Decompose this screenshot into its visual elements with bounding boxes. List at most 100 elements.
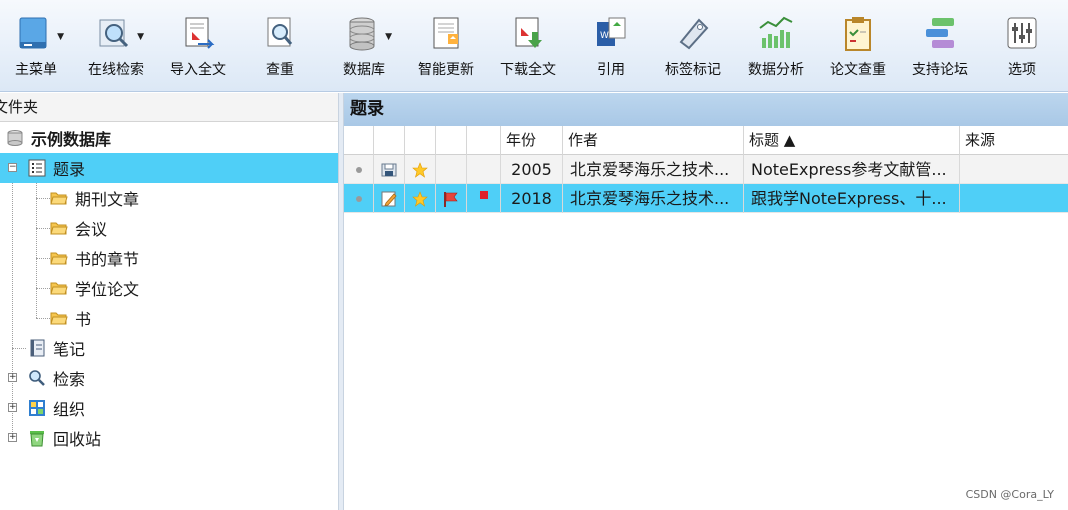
tree-item-organize[interactable]: + 组织	[0, 393, 338, 423]
download-fulltext-icon	[506, 14, 550, 58]
tag-mark-button[interactable]: 标签标记	[658, 0, 728, 92]
column-header-star[interactable]	[405, 126, 436, 155]
import-fulltext-icon	[176, 14, 220, 58]
column-header-color[interactable]	[467, 126, 501, 155]
column-header-attachment[interactable]	[374, 126, 405, 155]
cell-title: 跟我学NoteExpress、十...	[744, 184, 960, 213]
chevron-down-icon: ▼	[385, 32, 392, 42]
import-fulltext-label: 导入全文	[170, 62, 226, 78]
smart-update-button[interactable]: 智能更新	[412, 0, 480, 92]
tree-item-theses[interactable]: 学位论文	[0, 273, 338, 303]
cell-year: 2018	[501, 184, 563, 213]
chevron-down-icon: ▼	[57, 32, 64, 42]
column-header-title[interactable]: 标题 ▲	[744, 126, 960, 155]
cite-button[interactable]: W 引用	[588, 0, 634, 92]
support-forum-button[interactable]: 支持论坛	[906, 0, 974, 92]
data-analysis-label: 数据分析	[748, 62, 804, 78]
column-header-author[interactable]: 作者	[563, 126, 744, 155]
tag-mark-label: 标签标记	[665, 62, 721, 78]
column-header-flag[interactable]	[436, 126, 467, 155]
cell-author: 北京爱琴海乐之技术...	[563, 184, 744, 213]
expand-icon[interactable]: +	[8, 433, 17, 442]
support-forum-label: 支持论坛	[912, 62, 968, 78]
options-button[interactable]: 选项	[1000, 0, 1044, 92]
database-button[interactable]: ▼ 数据库	[336, 0, 392, 92]
star-icon[interactable]	[405, 184, 436, 213]
download-fulltext-button[interactable]: 下载全文	[494, 0, 562, 92]
main-menu-icon: ▼	[14, 14, 64, 58]
smart-update-icon	[424, 14, 468, 58]
cell-author: 北京爱琴海乐之技术...	[563, 155, 744, 184]
main-menu-label: 主菜单	[15, 62, 57, 78]
tree-label-search: 检索	[53, 370, 86, 389]
options-label: 选项	[1008, 62, 1036, 78]
table-row[interactable]: 2005 北京爱琴海乐之技术... NoteExpress参考文献管...	[344, 155, 1068, 184]
tree-item-conference[interactable]: 会议	[0, 213, 338, 243]
tree-label: 书	[75, 310, 92, 329]
folder-open-icon	[50, 252, 68, 265]
save-icon[interactable]	[374, 155, 405, 184]
tree-label-notes: 笔记	[53, 340, 86, 359]
tree-label-organize: 组织	[53, 400, 86, 419]
tree-label: 期刊文章	[75, 190, 140, 209]
table-header: 年份 作者 标题 ▲ 来源	[344, 126, 1068, 155]
download-fulltext-label: 下载全文	[500, 62, 556, 78]
expand-icon[interactable]: +	[8, 403, 17, 412]
tree-item-search[interactable]: + 检索	[0, 363, 338, 393]
organize-icon	[29, 400, 45, 416]
watermark: CSDN @Cora_LY	[965, 488, 1054, 501]
folder-open-icon	[50, 282, 68, 295]
column-header-status[interactable]	[344, 126, 374, 155]
tree-item-notes[interactable]: 笔记	[0, 333, 338, 363]
smart-update-label: 智能更新	[418, 62, 474, 78]
star-icon[interactable]	[405, 155, 436, 184]
cell-title: NoteExpress参考文献管...	[744, 155, 960, 184]
table-row[interactable]: 2018 北京爱琴海乐之技术... 跟我学NoteExpress、十...	[344, 184, 1068, 213]
tree-item-records[interactable]: − 题录	[0, 153, 338, 183]
tag-icon	[671, 14, 715, 58]
paper-check-icon	[836, 14, 880, 58]
column-header-year[interactable]: 年份	[501, 126, 563, 155]
find-duplicates-label: 查重	[266, 62, 294, 78]
recycle-bin-icon	[30, 431, 44, 447]
color-cell[interactable]	[467, 155, 501, 184]
flag-icon[interactable]	[436, 184, 467, 213]
main-menu-button[interactable]: ▼ 主菜单	[8, 0, 64, 92]
note-edit-icon[interactable]	[374, 184, 405, 213]
tree-label: 学位论文	[75, 280, 140, 299]
notebook-icon	[30, 339, 45, 357]
import-fulltext-button[interactable]: 导入全文	[164, 0, 232, 92]
toolbar: ▼ 主菜单 ▼ 在线检索 导入全文 查重 ▼ 数据库 智能更新 下载全文 W 引…	[0, 0, 1068, 92]
list-icon	[28, 159, 46, 177]
tree-item-recycle-bin[interactable]: + 回收站	[0, 423, 338, 453]
collapse-icon[interactable]: −	[8, 163, 17, 172]
cell-year: 2005	[501, 155, 563, 184]
data-analysis-icon	[754, 14, 798, 58]
paper-check-button[interactable]: 论文查重	[824, 0, 892, 92]
flag-cell[interactable]	[436, 155, 467, 184]
red-label-icon[interactable]	[467, 184, 501, 213]
tree-label: 书的章节	[75, 250, 140, 269]
records-panel-title: 题录	[344, 93, 1068, 126]
tree-label-records: 题录	[53, 160, 86, 179]
read-status-icon	[344, 184, 374, 213]
expand-icon[interactable]: +	[8, 373, 17, 382]
tree-item-books[interactable]: 书	[0, 303, 338, 333]
forum-icon	[918, 14, 962, 58]
find-duplicates-button[interactable]: 查重	[254, 0, 306, 92]
tree-item-database[interactable]: 示例数据库	[0, 123, 338, 153]
records-table: 年份 作者 标题 ▲ 来源 2005 北京爱琴海乐之技术... NoteExpr…	[344, 126, 1068, 510]
data-analysis-button[interactable]: 数据分析	[742, 0, 810, 92]
folders-header-label: 文件夹	[0, 98, 39, 116]
folder-open-icon	[50, 312, 68, 325]
paper-check-label: 论文查重	[830, 62, 886, 78]
cell-source	[960, 155, 1068, 184]
tree-item-book-chapters[interactable]: 书的章节	[0, 243, 338, 273]
column-header-source[interactable]: 来源	[960, 126, 1068, 155]
tree-label-database: 示例数据库	[31, 130, 112, 149]
online-search-button[interactable]: ▼ 在线检索	[82, 0, 150, 92]
database-icon	[7, 130, 23, 146]
tree-item-journal-articles[interactable]: 期刊文章	[0, 183, 338, 213]
cite-label: 引用	[597, 62, 625, 78]
database-icon: ▼	[342, 14, 392, 58]
